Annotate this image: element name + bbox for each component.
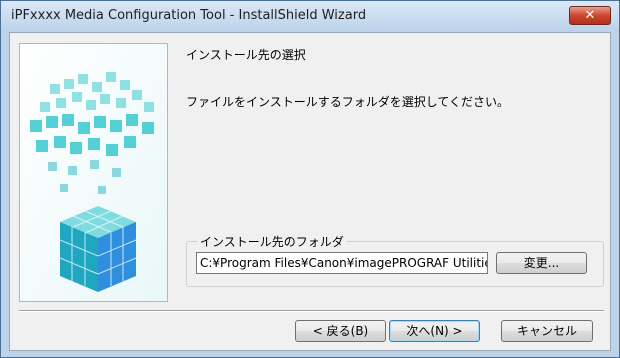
close-button[interactable]: ✕ bbox=[569, 6, 611, 25]
back-button[interactable]: < 戻る(B) bbox=[295, 320, 386, 342]
destination-group-label: インストール先のフォルダ bbox=[197, 233, 347, 250]
cube-graphic-icon bbox=[20, 44, 167, 301]
window-title: iPFxxxx Media Configuration Tool - Insta… bbox=[11, 8, 367, 23]
close-icon: ✕ bbox=[584, 8, 596, 23]
page-description: ファイルをインストールするフォルダを選択してください。 bbox=[186, 95, 510, 109]
wizard-side-image bbox=[19, 43, 168, 302]
page-heading: インストール先の選択 bbox=[186, 48, 306, 62]
title-bar[interactable]: iPFxxxx Media Configuration Tool - Insta… bbox=[1, 1, 619, 31]
destination-path-field[interactable]: C:¥Program Files¥Canon¥imagePROGRAF Util… bbox=[196, 252, 488, 274]
cancel-button[interactable]: キャンセル bbox=[501, 320, 593, 342]
button-separator bbox=[19, 310, 604, 312]
next-button[interactable]: 次へ(N) > bbox=[389, 320, 480, 342]
change-button[interactable]: 変更... bbox=[496, 252, 587, 274]
installer-window: iPFxxxx Media Configuration Tool - Insta… bbox=[0, 0, 620, 358]
wizard-client-area: インストール先の選択 ファイルをインストールするフォルダを選択してください。 イ… bbox=[9, 32, 611, 351]
